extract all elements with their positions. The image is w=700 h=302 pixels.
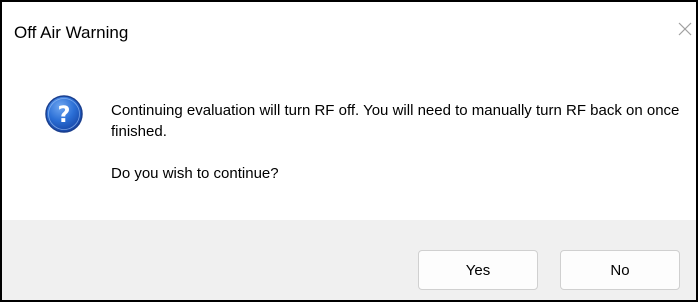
- message-question: Do you wish to continue?: [111, 165, 279, 182]
- off-air-warning-dialog: Off Air Warning ? Continuing evaluation …: [0, 0, 698, 302]
- close-icon: [678, 22, 692, 36]
- message-text: Continuing evaluation will turn RF off. …: [111, 100, 681, 184]
- title-bar: Off Air Warning: [2, 2, 696, 48]
- dialog-title: Off Air Warning: [14, 23, 129, 42]
- question-icon: ?: [45, 95, 83, 133]
- no-button[interactable]: No: [560, 250, 680, 290]
- button-bar: Yes No: [2, 220, 696, 300]
- yes-button[interactable]: Yes: [418, 250, 538, 290]
- dialog-content: ? Continuing evaluation will turn RF off…: [2, 48, 696, 220]
- svg-text:?: ?: [58, 103, 71, 128]
- message-warning: Continuing evaluation will turn RF off. …: [111, 102, 680, 140]
- close-button[interactable]: [674, 16, 696, 42]
